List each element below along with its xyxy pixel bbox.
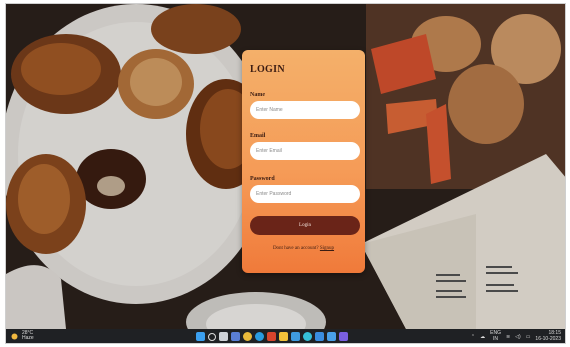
taskbar-apps [196, 332, 348, 342]
taskbar: 28°C Haze ⌃ ☁ ENG IN ≋ ◁) ▭ 18:15 16-10-… [6, 329, 565, 343]
name-input[interactable] [250, 101, 360, 119]
clock[interactable]: 18:15 16-10-2023 [535, 330, 561, 342]
app-icon[interactable] [339, 332, 348, 341]
login-card: LOGIN Name Email Password Login Dont hav… [242, 50, 365, 273]
name-label: Name [250, 92, 265, 98]
system-tray: ⌃ ☁ ENG IN ≋ ◁) ▭ 18:15 16-10-2023 [471, 330, 561, 342]
search-icon[interactable] [208, 333, 216, 341]
email-input[interactable] [250, 142, 360, 160]
mail-icon[interactable] [327, 332, 336, 341]
volume-icon[interactable]: ◁) [515, 334, 521, 340]
taskview-icon[interactable] [219, 332, 228, 341]
desktop-screen: LOGIN Name Email Password Login Dont hav… [5, 3, 566, 344]
weather-text: Haze [22, 335, 34, 341]
folder-icon[interactable] [279, 332, 288, 341]
email-label: Email [250, 133, 266, 139]
login-title: LOGIN [250, 64, 285, 75]
date-text: 16-10-2023 [535, 335, 561, 342]
chrome-icon[interactable] [243, 332, 252, 341]
battery-icon[interactable]: ▭ [526, 334, 531, 340]
login-button[interactable]: Login [250, 216, 360, 235]
tray-chevron-icon[interactable]: ⌃ [471, 334, 475, 340]
signup-row: Dont have an account? Signup [242, 246, 365, 251]
vscode-icon[interactable] [315, 332, 324, 341]
cloud-icon[interactable]: ☁ [480, 334, 485, 340]
edge-icon[interactable] [255, 332, 264, 341]
weather-widget[interactable]: 28°C Haze [10, 331, 34, 341]
region-text: IN [493, 335, 499, 342]
password-input[interactable] [250, 185, 360, 203]
signup-prompt: Dont have an account? [272, 246, 319, 251]
store-icon[interactable] [291, 332, 300, 341]
windows-icon[interactable] [196, 332, 205, 341]
wifi-icon[interactable]: ≋ [506, 334, 510, 340]
browser-icon[interactable] [303, 332, 312, 341]
weather-icon [11, 333, 18, 339]
language-indicator[interactable]: ENG IN [490, 330, 501, 342]
widgets-icon[interactable] [231, 332, 240, 341]
signup-link[interactable]: Signup [320, 246, 334, 251]
office-icon[interactable] [267, 332, 276, 341]
password-label: Password [250, 176, 275, 182]
